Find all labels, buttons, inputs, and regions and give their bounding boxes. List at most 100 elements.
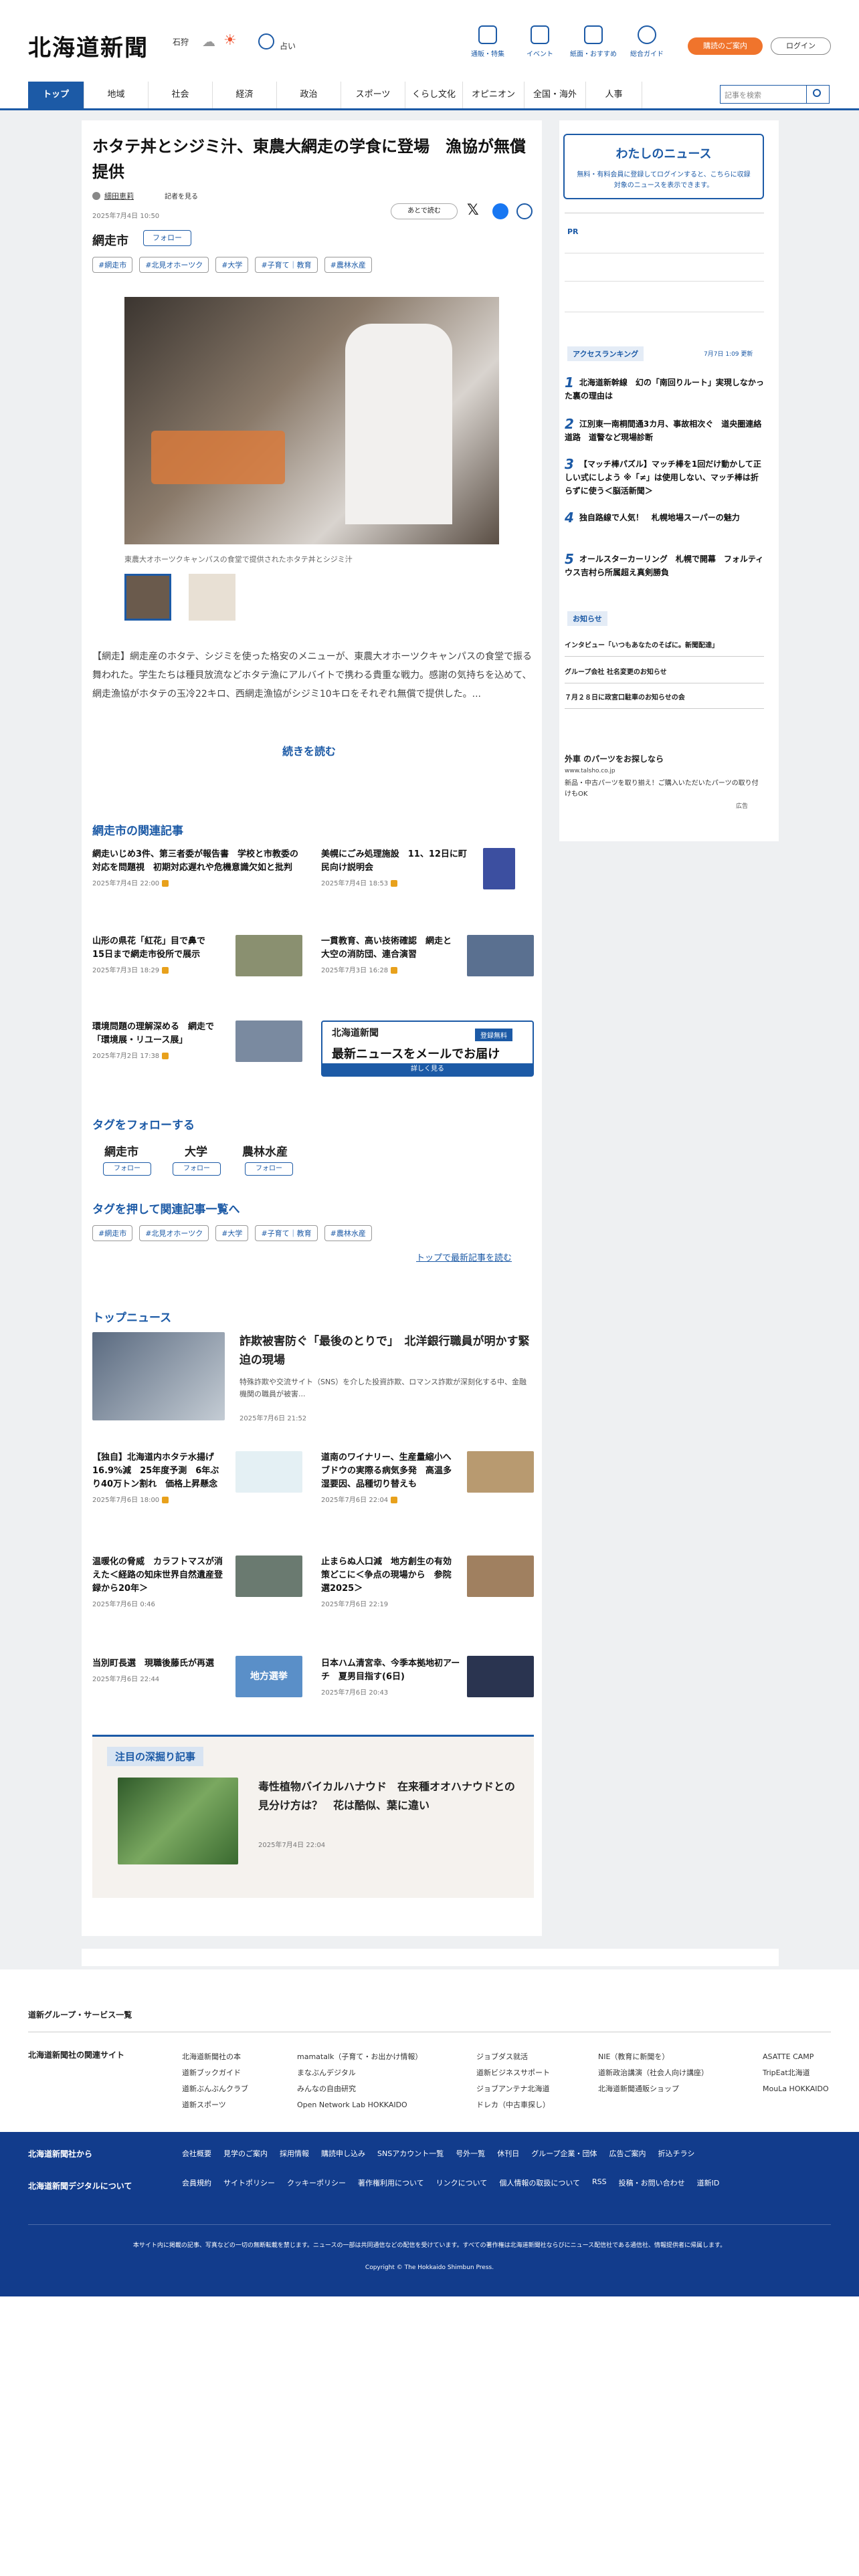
- author-follow[interactable]: 記者を見る: [165, 191, 198, 201]
- notice-item-3[interactable]: ７月２８日に政宮口駐車のお知らせの会: [565, 691, 764, 709]
- related-item-4[interactable]: 一貫教育、高い技術確認 網走と大空の消防団、連合演習 2025年7月3日 16:2…: [321, 935, 455, 978]
- notice-title[interactable]: お知らせ: [567, 611, 607, 626]
- tag-okhotsk[interactable]: #北見オホーツク: [139, 1225, 209, 1241]
- footer-col-5: ASATTE CAMP TripEat北海道 MouLa HOKKAIDO: [763, 2052, 829, 2093]
- tab-politics[interactable]: 政治: [277, 82, 341, 108]
- ranking-item-3[interactable]: 3 【マッチ棒パズル】マッチ棒を1回だけ動かして正しい式にしよう ※「≠」は使用し…: [565, 457, 765, 498]
- top-news-thumb-1[interactable]: [235, 1451, 302, 1493]
- top-news-item-4[interactable]: 止まらぬ人口減 地方創生の有効策どこに＜争点の現場から 参院選2025＞ 2025…: [321, 1555, 455, 1612]
- group-services-link[interactable]: 道新グループ・サービス一覧: [28, 2009, 132, 2020]
- footer-company-links: 会社概要 見学のご案内 採用情報 購読申し込み SNSアカウント一覧 号外一覧 休刊日 グルー…: [182, 2149, 695, 2158]
- sidebar-ad-title[interactable]: 外車 のパーツをお探しなら: [565, 753, 664, 764]
- top-news-thumb-2[interactable]: [467, 1451, 534, 1493]
- related-thumb-3[interactable]: [235, 935, 302, 976]
- related-thumb-2[interactable]: [483, 848, 515, 889]
- top-news-item-1[interactable]: 【独自】北海道内ホタテ水揚げ16.9%減 25年度予測 6年ぶり40万トン割れ …: [92, 1451, 226, 1507]
- read-more-link[interactable]: 続きを読む: [282, 742, 336, 758]
- subscribe-button[interactable]: 購読のご案内: [688, 37, 763, 55]
- feature-image[interactable]: [118, 1778, 238, 1864]
- top-news-thumb-6[interactable]: [467, 1656, 534, 1697]
- article-tags: #網走市 #北見オホーツク #大学 #子育て｜教育 #農林水産: [92, 257, 379, 273]
- nav-guide[interactable]: 総合ガイド: [617, 25, 677, 58]
- ranking-item-1[interactable]: 1 北海道新幹線 幻の「南回りルート」実現しなかった裏の理由は: [565, 376, 765, 403]
- top-news-item-3[interactable]: 温暖化の脅威 カラフトマスが消えた＜経路の知床世界自然遺産登録から20年＞ 202…: [92, 1555, 226, 1612]
- login-button[interactable]: ログイン: [771, 37, 831, 55]
- my-news-title: わたしのニュース: [615, 147, 712, 161]
- tag-agriculture[interactable]: #農林水産: [324, 1225, 372, 1241]
- tag-university[interactable]: #大学: [215, 257, 249, 273]
- site-logo[interactable]: 北海道新聞: [28, 29, 149, 62]
- tag-agriculture[interactable]: #農林水産: [324, 257, 372, 273]
- region-follow-button[interactable]: フォロー: [143, 230, 191, 246]
- tab-sports[interactable]: スポーツ: [341, 82, 405, 108]
- tab-personnel[interactable]: 人事: [586, 82, 642, 108]
- tag-abashiri[interactable]: #網走市: [92, 257, 133, 273]
- tab-society[interactable]: 社会: [149, 82, 213, 108]
- save-button[interactable]: あとで読む: [391, 203, 458, 219]
- email-newsletter-ad[interactable]: 北海道新聞 登録無料 最新ニュースをメールでお届け 詳しく見る: [321, 1021, 534, 1077]
- fortune-label[interactable]: 占い: [280, 40, 296, 51]
- related-item-1[interactable]: 網走いじめ3件、第三者委が報告書 学校と市教委の対応を問題視 初期対応遅れや危機…: [92, 848, 302, 891]
- feature-title[interactable]: 毒性植物バイカルハナウド 在来種オオハナウドとの見分け方は？ 花は酷似、葉に違い: [258, 1778, 519, 1815]
- top-news-thumb-5[interactable]: 地方選挙: [235, 1656, 302, 1697]
- search-button[interactable]: [807, 85, 830, 104]
- article-photo[interactable]: [124, 297, 499, 544]
- latest-articles-link[interactable]: トップで最新記事を読む: [416, 1251, 512, 1263]
- ranking-item-4[interactable]: 4 独自路線で人気！ 札幌地場スーパーの魅力: [565, 511, 765, 524]
- tag-education[interactable]: #子育て｜教育: [255, 257, 318, 273]
- related-thumb-4[interactable]: [467, 935, 534, 976]
- tag-university[interactable]: #大学: [215, 1225, 249, 1241]
- search-icon: [813, 89, 821, 97]
- calendar-icon: [531, 25, 549, 44]
- ranking-item-2[interactable]: 2 江別東一南桐間通3カ月、事故相次ぐ 道央圏連絡道路 道警など現場診断: [565, 417, 765, 444]
- premium-icon: [162, 967, 169, 974]
- tab-top[interactable]: トップ: [28, 82, 84, 108]
- tab-region[interactable]: 地域: [84, 82, 149, 108]
- rank-5: 5: [565, 551, 574, 567]
- ranking-item-5[interactable]: 5 オールスターカーリング 札幌で開幕 フォルティウス吉村ら所属超え真剣勝負: [565, 552, 765, 579]
- tab-opinion[interactable]: オピニオン: [463, 82, 524, 108]
- nav-paper[interactable]: 紙面・おすすめ: [563, 25, 624, 58]
- notice-item-1[interactable]: インタビュー「いつもあなたのそばに。新聞配達」: [565, 639, 764, 657]
- x-share-icon[interactable]: 𝕏: [467, 202, 479, 219]
- region-name: 網走市: [92, 234, 128, 248]
- top-news-lead-title[interactable]: 詐欺被害防ぐ「最後のとりで」 北洋銀行職員が明かす緊迫の現場: [240, 1332, 533, 1370]
- sidebar-ad-url[interactable]: www.talsho.co.jp: [565, 768, 615, 774]
- footer-digital-links: 会員規約 サイトポリシー クッキーポリシー 著作権利用について リンクについて 個人情報の…: [182, 2177, 720, 2187]
- copy-link-icon[interactable]: [516, 203, 533, 219]
- top-news-lead-image[interactable]: [92, 1332, 225, 1420]
- author-name[interactable]: 細田恵莉: [104, 191, 134, 201]
- top-news-thumb-3[interactable]: [235, 1555, 302, 1597]
- tab-economy[interactable]: 経済: [213, 82, 277, 108]
- follow-tag-button-1[interactable]: フォロー: [103, 1162, 151, 1176]
- student-image: [345, 324, 452, 524]
- related-item-3[interactable]: 山形の県花「紅花」目で鼻で 15日まで網走市役所で展示 2025年7月3日 18:…: [92, 935, 226, 978]
- tab-culture[interactable]: くらし文化: [405, 82, 463, 108]
- top-news-item-5[interactable]: 当別町長選 現職後藤氏が再選 2025年7月6日 22:44: [92, 1657, 226, 1687]
- top-news-item-6[interactable]: 日本ハム清宮幸、今季本拠地初アーチ 夏男目指す(6日) 2025年7月6日 20:…: [321, 1657, 462, 1700]
- top-news-item-2[interactable]: 道南のワイナリー、生産量縮小へ ブドウの実際る病気多発 高温多湿要因、品種切り替…: [321, 1451, 460, 1507]
- search-input[interactable]: 記事を検索: [720, 85, 807, 104]
- follow-tag-button-3[interactable]: フォロー: [245, 1162, 293, 1176]
- feature-heading[interactable]: 注目の深掘り記事: [107, 1747, 204, 1766]
- related-thumb-5[interactable]: [235, 1021, 302, 1062]
- footer-blue-heading-2: 北海道新聞デジタルについて: [28, 2181, 132, 2191]
- my-news-text[interactable]: 無料・有料会員に登録してログインすると、こちらに収録対象のニュースを表示できます…: [575, 170, 752, 191]
- tab-world[interactable]: 全国・海外: [524, 82, 586, 108]
- photo-thumb-2[interactable]: [189, 574, 235, 621]
- facebook-share-icon[interactable]: [492, 203, 508, 219]
- tag-education[interactable]: #子育て｜教育: [255, 1225, 318, 1241]
- weather-region[interactable]: 石狩: [173, 36, 189, 47]
- photo-thumb-1[interactable]: [124, 574, 171, 621]
- nav-events[interactable]: イベント: [510, 25, 570, 58]
- premium-icon: [162, 880, 169, 887]
- follow-tag-button-2[interactable]: フォロー: [173, 1162, 221, 1176]
- notice-item-2[interactable]: グループ会社 社名変更のお知らせ: [565, 666, 764, 683]
- top-news-thumb-4[interactable]: [467, 1555, 534, 1597]
- tag-abashiri[interactable]: #網走市: [92, 1225, 133, 1241]
- tag-okhotsk[interactable]: #北見オホーツク: [139, 257, 209, 273]
- ranking-title[interactable]: アクセスランキング: [567, 346, 644, 361]
- related-item-5[interactable]: 環境問題の理解深める 網走で「環境展・リユース展」 2025年7月2日 17:38: [92, 1021, 226, 1063]
- related-item-2[interactable]: 美幌にごみ処理施設 11、12日に町民向け説明会 2025年7月4日 18:53: [321, 848, 472, 891]
- nav-shopping[interactable]: 通販・特集: [458, 25, 518, 58]
